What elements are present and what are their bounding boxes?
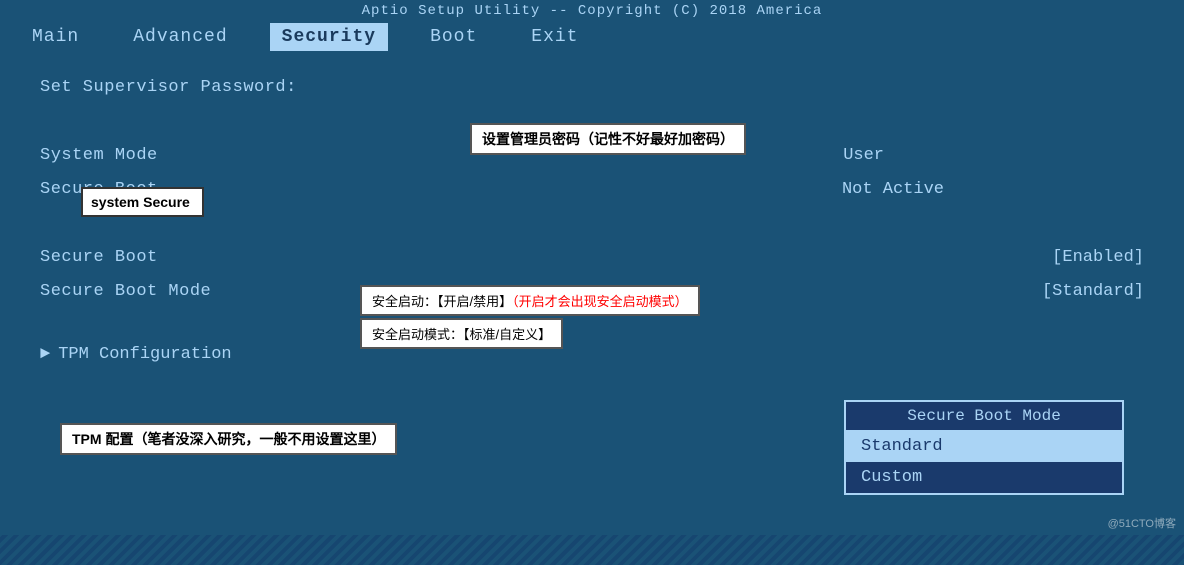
secure-boot-enable-value: [Enabled] [1052, 248, 1144, 267]
secure-boot-status-value: Not Active [842, 180, 944, 199]
secure-boot-mode-value: [Standard] [1042, 282, 1144, 301]
annotation-secure-boot: 安全启动：【开启/禁用】（开启才会出现安全启动模式） [360, 285, 700, 316]
bios-title: Aptio Setup Utility -- Copyright (C) 201… [362, 3, 823, 19]
secure-boot-mode-dropdown[interactable]: Secure Boot Mode Standard Custom [844, 400, 1124, 495]
nav-advanced[interactable]: Advanced [121, 23, 239, 51]
supervisor-password-row: Set Supervisor Password: [40, 73, 1144, 101]
dropdown-option-custom[interactable]: Custom [846, 462, 1122, 493]
annotation-secure-boot-mode: 安全启动模式：【标准/自定义】 [360, 318, 563, 349]
nav-exit[interactable]: Exit [519, 23, 590, 51]
tpm-arrow-icon: ► [40, 345, 50, 364]
annotation-supervisor: 设置管理员密码（记性不好最好加密码） [470, 123, 746, 155]
annotation-system-secure-text: system Secure [91, 194, 190, 210]
secure-boot-enable-label: Secure Boot [40, 248, 380, 267]
bios-title-bar: Aptio Setup Utility -- Copyright (C) 201… [0, 0, 1184, 19]
dropdown-option-standard[interactable]: Standard [846, 431, 1122, 462]
supervisor-password-label: Set Supervisor Password: [40, 78, 380, 97]
annotation-secure-boot-label: 安全启动：【开启/禁用】 [372, 294, 512, 309]
annotation-tpm: TPM 配置（笔者没深入研究，一般不用设置这里） [60, 423, 397, 455]
nav-security[interactable]: Security [270, 23, 388, 51]
secure-boot-mode-label: Secure Boot Mode [40, 282, 380, 301]
nav-bar: Main Advanced Security Boot Exit [0, 19, 1184, 55]
system-mode-value: User [843, 146, 884, 165]
system-mode-label: System Mode [40, 146, 380, 165]
main-content: Set Supervisor Password: System Mode Use… [0, 55, 1184, 535]
annotation-secure-boot-mode-text: 安全启动模式：【标准/自定义】 [372, 327, 551, 342]
annotation-system-secure: system Secure [81, 187, 204, 217]
bios-screen: Aptio Setup Utility -- Copyright (C) 201… [0, 0, 1184, 565]
annotation-secure-boot-red: （开启才会出现安全启动模式） [512, 294, 688, 309]
nav-main[interactable]: Main [20, 23, 91, 51]
tpm-label: TPM Configuration [58, 345, 231, 364]
annotation-supervisor-text: 设置管理员密码（记性不好最好加密码） [482, 131, 734, 147]
supervisor-password-section: Set Supervisor Password: [0, 65, 1184, 115]
secure-boot-enable-row: Secure Boot [Enabled] [40, 243, 1144, 271]
dropdown-title: Secure Boot Mode [846, 402, 1122, 431]
tpm-row[interactable]: ► TPM Configuration [0, 337, 1184, 372]
annotation-tpm-text: TPM 配置（笔者没深入研究，一般不用设置这里） [72, 431, 385, 447]
nav-boot[interactable]: Boot [418, 23, 489, 51]
secure-boot-status-row: Secure Boot Not Active [40, 175, 1144, 203]
watermark: @51CTO博客 [1108, 515, 1176, 531]
